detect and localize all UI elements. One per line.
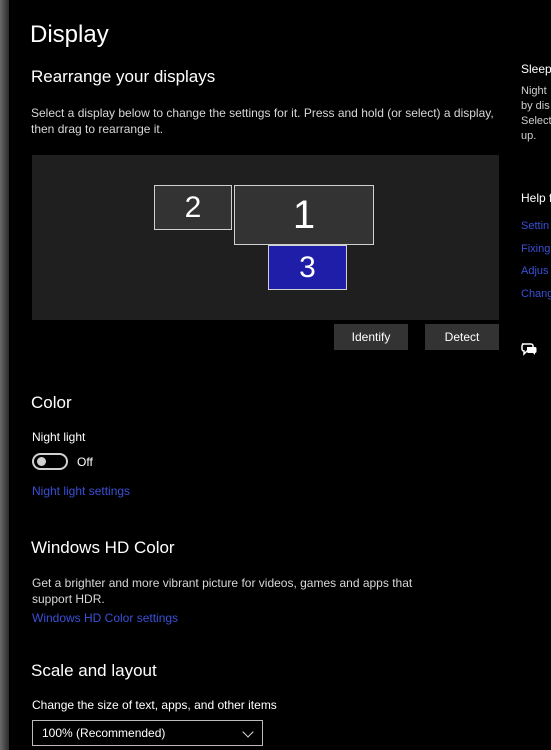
sleep-line-1: Night — [521, 85, 547, 97]
scale-size-label: Change the size of text, apps, and other… — [32, 698, 277, 712]
display-1[interactable]: 1 — [234, 185, 374, 245]
detect-button[interactable]: Detect — [425, 324, 499, 350]
night-light-toggle[interactable] — [32, 453, 68, 470]
sleep-line-3: Select — [521, 115, 551, 127]
night-light-label: Night light — [32, 430, 86, 444]
sleep-line-2: by dis — [521, 100, 550, 112]
help-link-4[interactable]: Chang — [521, 288, 551, 300]
scale-dropdown[interactable]: 100% (Recommended) — [32, 720, 263, 746]
rearrange-description: Select a display below to change the set… — [31, 106, 494, 136]
sleep-title: Sleep — [521, 62, 551, 76]
night-light-settings-link[interactable]: Night light settings — [32, 484, 130, 498]
feedback-icon[interactable] — [521, 342, 537, 356]
night-light-state: Off — [77, 455, 93, 469]
hdr-description: Get a brighter and more vibrant picture … — [32, 576, 413, 606]
rearrange-title: Rearrange your displays — [31, 67, 216, 86]
sleep-line-4: up. — [521, 130, 537, 142]
color-title: Color — [31, 393, 72, 412]
help-title: Help f — [521, 191, 551, 205]
related-settings-panel: Sleep Night by dis Select up. Help f Set… — [521, 0, 551, 750]
scale-dropdown-value: 100% (Recommended) — [42, 726, 166, 740]
toggle-knob — [37, 457, 46, 466]
hdr-title: Windows HD Color — [31, 538, 175, 557]
window-edge — [0, 0, 9, 750]
help-link-1[interactable]: Settin — [521, 220, 549, 232]
hdr-settings-link[interactable]: Windows HD Color settings — [32, 611, 178, 625]
chevron-down-icon — [242, 726, 254, 738]
display-arrangement-area[interactable]: 2 1 3 — [32, 155, 499, 320]
page-title: Display — [30, 21, 109, 48]
display-2[interactable]: 2 — [154, 185, 232, 230]
display-3[interactable]: 3 — [268, 245, 347, 290]
identify-button[interactable]: Identify — [334, 324, 408, 350]
help-link-3[interactable]: Adjus — [521, 265, 549, 277]
scale-title: Scale and layout — [31, 661, 157, 680]
help-link-2[interactable]: Fixing — [521, 243, 550, 255]
